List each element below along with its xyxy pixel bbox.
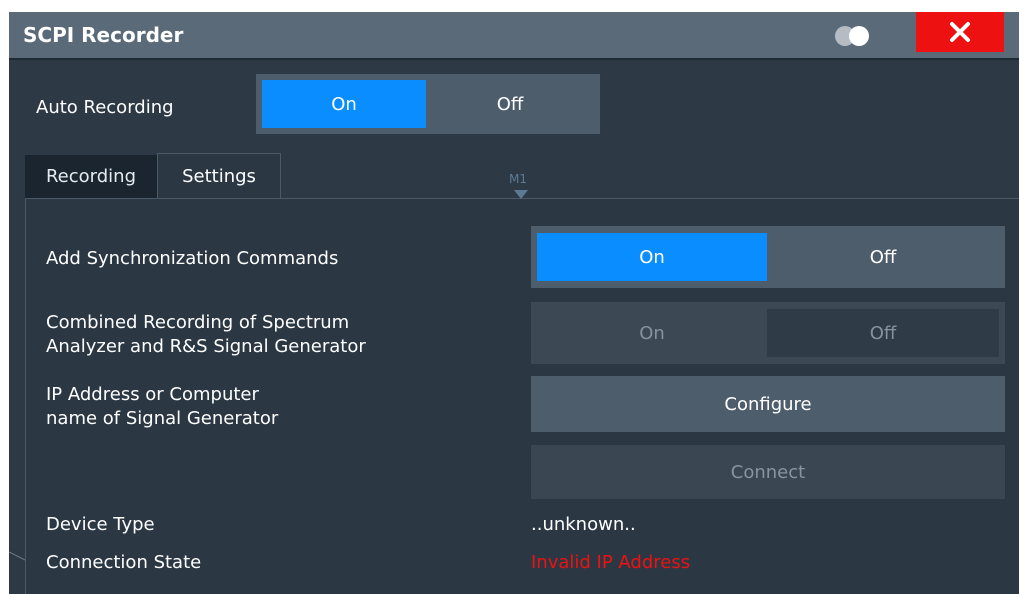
device-type-label: Device Type bbox=[46, 514, 155, 535]
close-icon bbox=[950, 22, 970, 42]
auto-recording-off-option[interactable]: Off bbox=[426, 80, 594, 128]
combined-recording-label-line1: Combined Recording of Spectrum bbox=[46, 312, 350, 333]
marker-triangle-icon bbox=[514, 190, 528, 199]
close-button[interactable] bbox=[916, 12, 1004, 52]
tab-settings[interactable]: Settings bbox=[157, 153, 281, 199]
window-title: SCPI Recorder bbox=[23, 23, 184, 47]
sync-off-option[interactable]: Off bbox=[767, 233, 999, 281]
marker-label: M1 bbox=[509, 172, 527, 186]
connection-state-value: Invalid IP Address bbox=[531, 552, 691, 573]
connect-button: Connect bbox=[531, 445, 1005, 499]
configure-button[interactable]: Configure bbox=[531, 376, 1005, 432]
connection-state-label: Connection State bbox=[46, 552, 202, 573]
sync-commands-toggle[interactable]: On Off bbox=[531, 226, 1005, 288]
auto-recording-toggle[interactable]: On Off bbox=[256, 74, 600, 134]
ip-address-label-line1: IP Address or Computer bbox=[46, 384, 259, 405]
ip-address-label-line2: name of Signal Generator bbox=[46, 408, 279, 429]
combined-off-option: Off bbox=[767, 309, 999, 357]
tab-recording[interactable]: Recording bbox=[25, 155, 157, 198]
combined-on-option: On bbox=[639, 322, 665, 344]
sync-commands-label: Add Synchronization Commands bbox=[46, 248, 339, 269]
title-bar: SCPI Recorder bbox=[9, 12, 1019, 60]
auto-recording-label: Auto Recording bbox=[36, 97, 174, 118]
transparency-toggle-icon[interactable] bbox=[835, 26, 881, 46]
device-type-value: ..unknown.. bbox=[531, 514, 636, 535]
combined-recording-label-line2: Analyzer and R&S Signal Generator bbox=[46, 336, 366, 357]
scpi-recorder-dialog: SCPI Recorder Auto Recording On Off Reco… bbox=[9, 12, 1019, 594]
sync-on-option[interactable]: On bbox=[537, 233, 767, 281]
combined-recording-toggle: On Off bbox=[531, 302, 1005, 364]
auto-recording-on-option[interactable]: On bbox=[262, 80, 426, 128]
